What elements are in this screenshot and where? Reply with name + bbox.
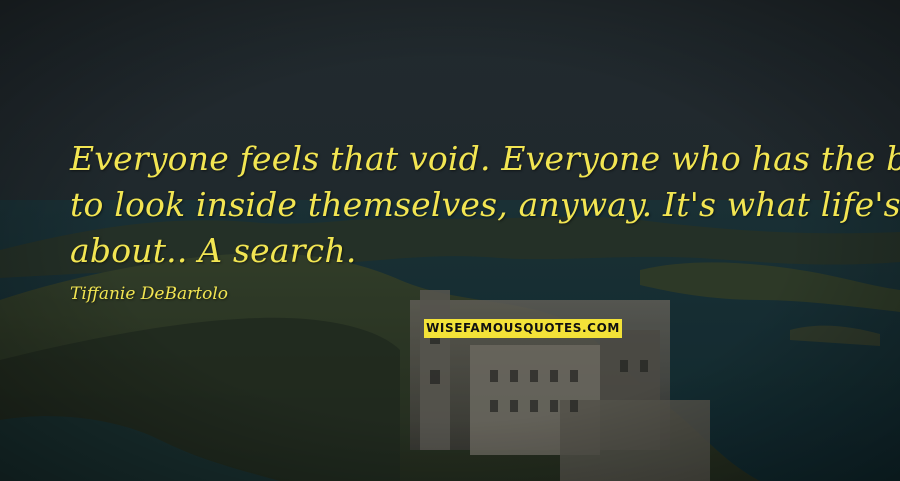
quote-text: Everyone feels that void. Everyone who h… bbox=[70, 136, 900, 274]
quote-author: Tiffanie DeBartolo bbox=[70, 284, 228, 304]
quote-line-3: about.. A search. bbox=[70, 231, 357, 270]
quote-line-1: Everyone feels that void. Everyone who h… bbox=[70, 139, 900, 178]
quote-line-2: to look inside themselves, anyway. It's … bbox=[70, 185, 900, 224]
watermark-logo: WISEFAMOUSQUOTES.COM bbox=[424, 319, 622, 338]
quote-image: Everyone feels that void. Everyone who h… bbox=[0, 0, 900, 481]
